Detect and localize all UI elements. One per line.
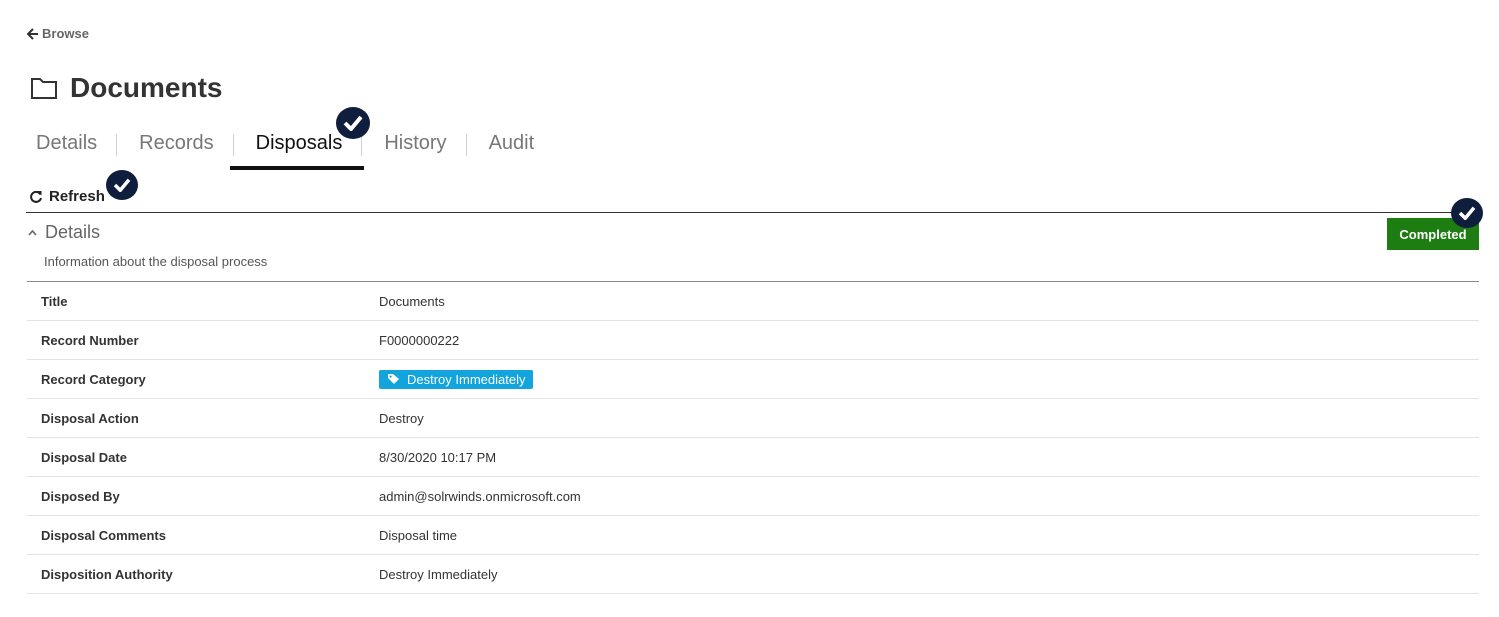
tab-records[interactable]: Records	[117, 128, 235, 166]
refresh-label: Refresh	[49, 188, 105, 205]
category-tag[interactable]: Destroy Immediately	[379, 369, 534, 389]
table-row: Disposition Authority Destroy Immediatel…	[27, 555, 1479, 594]
folder-icon	[31, 78, 57, 99]
page-header: Documents	[30, 72, 222, 104]
field-value: Destroy Immediately	[379, 369, 534, 389]
table-row: Record Number F0000000222	[27, 321, 1479, 360]
field-key: Record Number	[41, 332, 139, 348]
field-value: Documents	[379, 293, 445, 309]
details-section-toggle[interactable]: Details	[28, 222, 100, 243]
section-title: Details	[45, 222, 101, 242]
field-value: Destroy	[379, 410, 424, 426]
table-row: Disposal Date 8/30/2020 10:17 PM	[27, 438, 1479, 477]
table-row: Record Category Destroy Immediately	[27, 360, 1479, 399]
field-key: Title	[41, 293, 68, 309]
section-description: Information about the disposal process	[44, 254, 268, 269]
back-link[interactable]: Browse	[27, 26, 89, 41]
refresh-button[interactable]: Refresh	[29, 188, 105, 205]
chevron-up-icon	[28, 229, 37, 236]
field-key: Disposition Authority	[41, 566, 173, 582]
details-table: Title Documents Record Number F000000022…	[27, 281, 1479, 594]
tab-details[interactable]: Details	[26, 128, 118, 166]
tab-audit[interactable]: Audit	[467, 128, 555, 166]
table-row: Disposal Comments Disposal time	[27, 516, 1479, 555]
field-key: Record Category	[41, 371, 146, 387]
tab-history[interactable]: History	[362, 128, 467, 166]
field-value: admin@solrwinds.onmicrosoft.com	[379, 488, 581, 504]
field-key: Disposed By	[41, 488, 120, 504]
page-title: Documents	[70, 72, 223, 103]
check-badge-icon	[106, 170, 138, 200]
field-key: Disposal Action	[41, 410, 139, 426]
field-key: Disposal Comments	[41, 527, 166, 543]
field-value: F0000000222	[379, 332, 460, 348]
check-badge-icon	[1451, 198, 1483, 228]
table-row: Title Documents	[27, 282, 1479, 321]
check-badge-icon	[336, 107, 370, 139]
refresh-icon	[30, 190, 42, 203]
table-row: Disposal Action Destroy	[27, 399, 1479, 438]
tag-icon	[388, 374, 399, 384]
arrow-left-icon	[27, 27, 38, 40]
table-row: Disposed By admin@solrwinds.onmicrosoft.…	[27, 477, 1479, 516]
field-value: 8/30/2020 10:17 PM	[379, 449, 497, 465]
field-value: Disposal time	[379, 527, 458, 543]
category-tag-label: Destroy Immediately	[407, 371, 526, 387]
back-link-label: Browse	[42, 26, 89, 41]
field-key: Disposal Date	[41, 449, 127, 465]
toolbar-divider	[26, 212, 1479, 213]
field-value: Destroy Immediately	[379, 566, 498, 582]
tab-bar: Details Records Disposals History Audit	[26, 128, 554, 170]
